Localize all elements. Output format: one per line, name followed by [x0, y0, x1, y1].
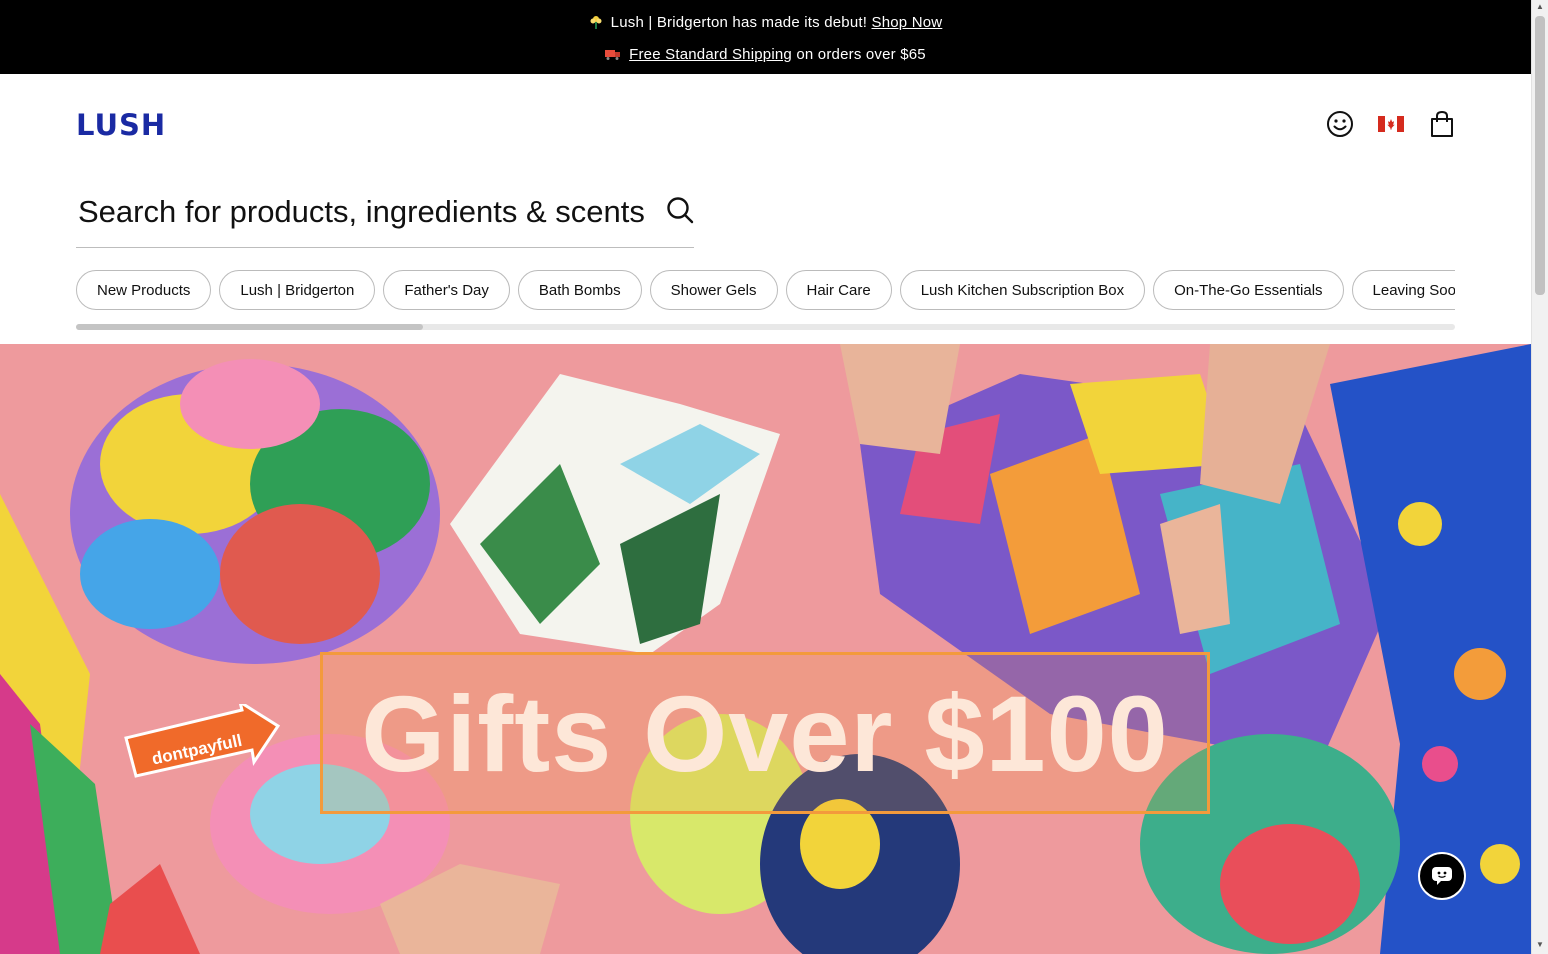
chip-hair-care[interactable]: Hair Care — [785, 270, 892, 310]
chip-bath-bombs[interactable]: Bath Bombs — [517, 270, 642, 310]
search-bar — [76, 174, 694, 248]
chip-on-the-go[interactable]: On-The-Go Essentials — [1153, 270, 1344, 310]
scroll-up-arrow[interactable]: ▲ — [1535, 2, 1545, 12]
chip-new-products[interactable]: New Products — [76, 270, 212, 310]
page-scrollbar[interactable]: ▲ ▼ — [1531, 0, 1548, 954]
search-icon[interactable] — [666, 196, 694, 224]
lush-logo[interactable]: LUSH — [76, 108, 166, 142]
chip-leaving-soon[interactable]: Leaving Soon — [1351, 270, 1455, 310]
chat-button[interactable] — [1418, 852, 1466, 900]
announcement-line-1: Lush | Bridgerton has made its debut! Sh… — [0, 13, 1531, 31]
category-chips: New Products Lush | Bridgerton Father's Da… — [76, 270, 1455, 314]
hero-title-box[interactable]: Gifts Over $100 — [320, 652, 1210, 814]
chat-icon — [1432, 867, 1452, 885]
dontpayfull-badge: dontpayfull — [124, 704, 281, 778]
hero-title[interactable]: Gifts Over $100 — [323, 675, 1207, 793]
scroll-down-arrow[interactable]: ▼ — [1535, 940, 1545, 950]
hero-image — [0, 344, 1531, 954]
smiley-icon[interactable] — [1326, 110, 1354, 138]
chips-scrollbar-thumb[interactable] — [76, 324, 423, 330]
shopping-bag-icon[interactable] — [1428, 110, 1456, 138]
site-header: LUSH New ProductsLush | BridgertonFather… — [0, 74, 1531, 344]
shop-now-link[interactable]: Shop Now — [872, 14, 943, 31]
flower-icon — [590, 16, 602, 29]
chip-fathers-day[interactable]: Father's Day — [383, 270, 510, 310]
announcement-text-1: Lush | Bridgerton has made its debut! — [610, 14, 868, 31]
announcement-bar: Lush | Bridgerton has made its debut! Sh… — [0, 0, 1531, 74]
free-shipping-link[interactable]: Free Standard Shipping — [629, 46, 792, 63]
chip-lush-bridgerton[interactable]: Lush | Bridgerton — [219, 270, 376, 310]
chip-shower-gels[interactable]: Shower Gels — [649, 270, 778, 310]
hero-banner[interactable]: Gifts Over $100 dontpayfull — [0, 344, 1531, 954]
announcement-text-2: on orders over $65 — [796, 46, 926, 63]
truck-icon — [605, 50, 621, 60]
announcement-line-2: Free Standard Shipping on orders over $6… — [0, 46, 1531, 63]
chip-kitchen-subscription[interactable]: Lush Kitchen Subscription Box — [899, 270, 1146, 310]
canada-flag-icon[interactable] — [1378, 116, 1404, 132]
search-input[interactable] — [78, 192, 648, 232]
page-scrollbar-thumb[interactable] — [1535, 16, 1545, 295]
chips-scrollbar[interactable] — [76, 324, 1455, 330]
